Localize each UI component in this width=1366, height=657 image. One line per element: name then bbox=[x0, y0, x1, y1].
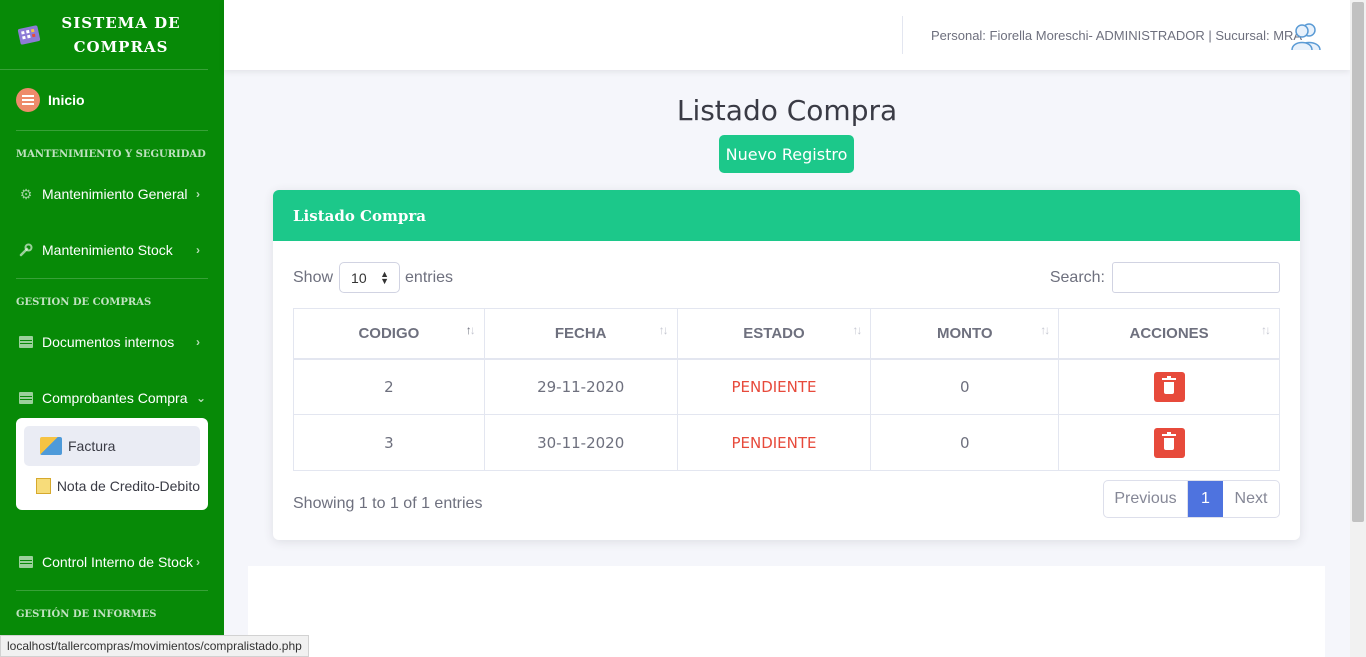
delete-button[interactable] bbox=[1153, 371, 1185, 402]
trash-icon bbox=[1162, 432, 1177, 450]
entries-select-value: 10 bbox=[351, 269, 367, 286]
scrollbar-thumb[interactable] bbox=[1352, 2, 1364, 522]
sidebar-item-mantenimiento-stock[interactable]: Mantenimiento Stock › bbox=[0, 222, 224, 278]
chevron-right-icon: › bbox=[196, 187, 200, 201]
sidebar-heading: GESTION DE COMPRAS bbox=[16, 297, 152, 308]
topbar: Personal: Fiorella Moreschi- ADMINISTRAD… bbox=[224, 0, 1350, 70]
cell-fecha: 29-11-2020 bbox=[483, 358, 678, 415]
sidebar-item-label: Mantenimiento Stock bbox=[42, 242, 173, 258]
cell-codigo: 3 bbox=[293, 414, 485, 471]
sidebar-item-inicio[interactable]: Inicio bbox=[0, 70, 224, 130]
lower-panel bbox=[248, 566, 1325, 657]
user-info[interactable]: Personal: Fiorella Moreschi- ADMINISTRAD… bbox=[931, 28, 1302, 43]
sort-icon: ↑↓ bbox=[658, 323, 669, 337]
cell-acciones bbox=[1058, 358, 1280, 415]
column-header-monto[interactable]: MONTO ↑↓ bbox=[870, 308, 1060, 360]
column-label: MONTO bbox=[937, 324, 993, 342]
page-title: Listado Compra bbox=[676, 94, 898, 127]
submenu-comprobantes: Factura Nota de Credito-Debito bbox=[16, 418, 208, 510]
sidebar-item-label: Comprobantes Compra bbox=[42, 390, 188, 406]
trash-icon bbox=[1162, 376, 1177, 395]
sort-icon: ↑↓ bbox=[1040, 323, 1050, 337]
sidebar-item-label: Documentos internos bbox=[42, 334, 175, 350]
table-icon bbox=[18, 554, 34, 570]
table-row: 3 30-11-2020 PENDIENTE 0 bbox=[293, 414, 1280, 471]
sidebar-heading: GESTIÓN DE INFORMES bbox=[16, 609, 157, 620]
topbar-divider bbox=[902, 16, 903, 54]
column-label: CODIGO bbox=[358, 324, 420, 342]
cell-estado: PENDIENTE bbox=[676, 358, 872, 415]
new-record-button[interactable]: Nuevo Registro bbox=[719, 135, 854, 173]
gear-icon: ⚙ bbox=[19, 185, 33, 202]
submenu-item-label: Factura bbox=[68, 438, 116, 454]
search-label: Search: bbox=[1049, 268, 1105, 286]
chevron-right-icon: › bbox=[196, 335, 200, 349]
table-header-row: CODIGO ↑↓ FECHA ↑↓ ESTADO ↑↓ MONTO ↑↓ ACCION… bbox=[293, 308, 1280, 360]
table-info: Showing 1 to 1 of 1 entries bbox=[293, 495, 483, 512]
select-arrows-icon: ▲ ▼ bbox=[380, 268, 390, 286]
list-icon bbox=[16, 88, 40, 112]
sidebar-item-documentos-internos[interactable]: Documentos internos › bbox=[0, 314, 224, 370]
note-icon bbox=[36, 478, 51, 494]
pagination-next[interactable]: Next bbox=[1223, 481, 1279, 517]
entries-label: entries bbox=[405, 268, 454, 286]
entries-length-control: Show 10 ▲ ▼ entries bbox=[293, 262, 453, 293]
cell-estado: PENDIENTE bbox=[676, 414, 872, 471]
table-row: 2 29-11-2020 PENDIENTE 0 bbox=[293, 358, 1280, 415]
users-icon[interactable] bbox=[1290, 20, 1322, 52]
delete-button[interactable] bbox=[1153, 427, 1185, 458]
column-header-estado[interactable]: ESTADO ↑↓ bbox=[676, 308, 872, 360]
chevron-down-icon: ⌄ bbox=[196, 391, 207, 405]
pagination-page-1[interactable]: 1 bbox=[1188, 481, 1223, 517]
sort-icon: ↑↓ bbox=[1261, 323, 1271, 337]
submenu-item-factura[interactable]: Factura bbox=[24, 426, 200, 466]
calculator-icon bbox=[16, 22, 42, 48]
brand-title: SISTEMA DE COMPRAS bbox=[61, 13, 181, 56]
pagination: Previous 1 Next bbox=[1103, 480, 1280, 518]
column-label: ESTADO bbox=[743, 324, 805, 342]
search-control: Search: bbox=[1050, 262, 1280, 293]
cell-fecha: 30-11-2020 bbox=[483, 414, 678, 471]
cell-monto: 0 bbox=[870, 358, 1060, 415]
table-icon bbox=[18, 390, 34, 406]
purchase-list-card: Listado Compra Show 10 ▲ ▼ entries Search… bbox=[273, 190, 1300, 540]
wrench-icon bbox=[18, 242, 34, 258]
invoice-icon bbox=[40, 437, 62, 455]
sidebar-item-label: Control Interno de Stock bbox=[42, 554, 193, 570]
purchase-table: CODIGO ↑↓ FECHA ↑↓ ESTADO ↑↓ MONTO ↑↓ ACCION… bbox=[293, 308, 1280, 471]
pagination-previous[interactable]: Previous bbox=[1104, 481, 1188, 517]
table-icon bbox=[18, 334, 34, 350]
browser-status-bar: localhost/tallercompras/movimientos/comp… bbox=[0, 635, 309, 657]
column-label: ACCIONES bbox=[1129, 324, 1209, 342]
show-label: Show bbox=[293, 268, 334, 286]
column-header-acciones[interactable]: ACCIONES ↑↓ bbox=[1058, 308, 1280, 360]
submenu-item-nota[interactable]: Nota de Credito-Debito bbox=[24, 466, 200, 506]
sort-asc-icon: ↑↓ bbox=[465, 323, 476, 337]
cell-monto: 0 bbox=[870, 414, 1060, 471]
submenu-item-label: Nota de Credito-Debito bbox=[56, 478, 200, 494]
sidebar-item-label: Inicio bbox=[48, 92, 85, 108]
column-header-codigo[interactable]: CODIGO ↑↓ bbox=[293, 308, 485, 360]
chevron-right-icon: › bbox=[196, 243, 200, 257]
chevron-right-icon: › bbox=[196, 555, 200, 569]
entries-select[interactable]: 10 ▲ ▼ bbox=[339, 262, 401, 293]
column-label: FECHA bbox=[554, 324, 607, 342]
sort-icon: ↑↓ bbox=[852, 323, 862, 337]
column-header-fecha[interactable]: FECHA ↑↓ bbox=[483, 308, 678, 360]
sidebar-item-mantenimiento-general[interactable]: ⚙ Mantenimiento General › bbox=[0, 166, 224, 222]
search-input[interactable] bbox=[1112, 262, 1280, 293]
cell-acciones bbox=[1058, 414, 1280, 471]
brand[interactable]: SISTEMA DE COMPRAS bbox=[0, 0, 208, 70]
sidebar-heading: MANTENIMIENTO Y SEGURIDAD bbox=[16, 149, 206, 160]
sidebar-item-label: Mantenimiento General bbox=[42, 186, 188, 202]
sidebar-item-control-stock[interactable]: Control Interno de Stock › bbox=[0, 534, 224, 590]
sidebar: SISTEMA DE COMPRAS Inicio MANTENIMIENTO … bbox=[0, 0, 224, 657]
card-title: Listado Compra bbox=[273, 190, 1300, 241]
cell-codigo: 2 bbox=[293, 358, 485, 415]
